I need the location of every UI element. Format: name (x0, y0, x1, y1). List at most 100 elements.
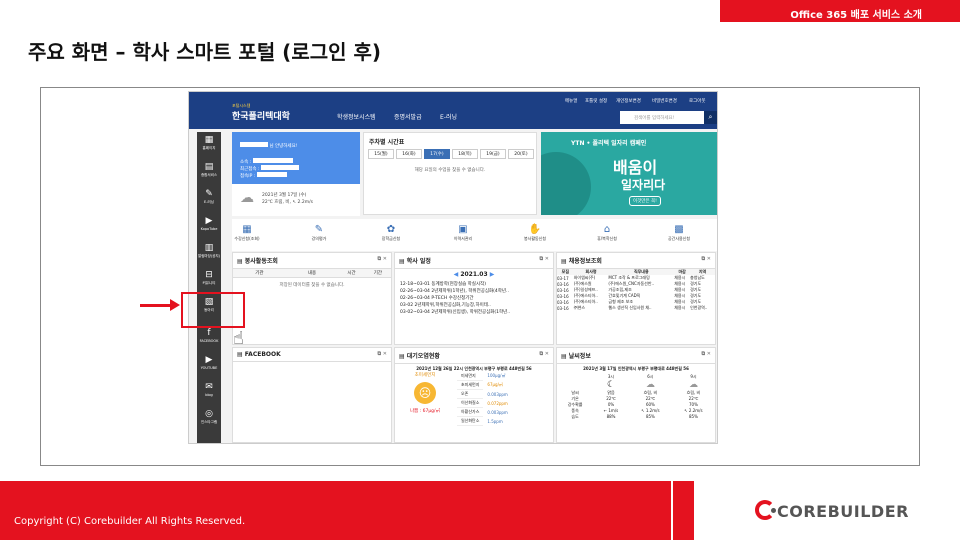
sidebar-item-notice[interactable]: ▥ 알림마당(공지) (197, 243, 221, 259)
service-resume[interactable]: ▣ 이력서관리 (433, 224, 493, 242)
masked-dept (252, 158, 293, 163)
masked-status (260, 165, 299, 170)
course-icon: ▦ (242, 224, 252, 235)
panel-controls-icon[interactable]: ⧉ ✕ (701, 351, 711, 357)
tab-day-18[interactable]: 18(목) (452, 149, 478, 159)
folder-icon: ▤ (237, 258, 245, 265)
sidebar-item-facebook[interactable]: f FACEBOOK (197, 328, 221, 344)
table-row: 초미세먼지 67μg/㎥ (457, 380, 512, 390)
service-lecture-eval[interactable]: ✎ 강의평가 (289, 224, 349, 242)
list-item[interactable]: 02-26~03-04 P-TECH 수강신청기간 (400, 295, 548, 302)
table-row: 일산화탄소 1.5ppm (457, 416, 512, 426)
arrow-head-icon (170, 299, 180, 311)
volunteer-header: ▤ 봉사활동조회 ⧉ ✕ (233, 253, 391, 269)
scholarship-icon: ✿ (386, 224, 396, 235)
schedule-header: ▤ 학사 일정 ⧉ ✕ (395, 253, 553, 269)
util-password[interactable]: 비밀번호변경 (652, 98, 677, 104)
masked-name (240, 142, 268, 147)
air-panel: ▤ 대기오염현황 ⧉ ✕ 2021년 12월 26일 22시 인천광역시 부평구 … (394, 347, 554, 443)
notice-icon: ▥ (204, 243, 214, 253)
sidebar-item-service[interactable]: ▤ 종합서비스 (197, 162, 221, 178)
sidebar-item-community[interactable]: ⊟ 커뮤니티 (197, 270, 221, 286)
eval-icon: ✎ (314, 224, 324, 235)
weather-panel: ▤ 날씨정보 ⧉ ✕ 2021년 3월 17일 인천광역시 부평구 부평대로 44… (556, 347, 716, 443)
service-scholarship[interactable]: ✿ 장학금신청 (361, 224, 421, 242)
search-input[interactable]: 검색어를 입력하세요! (620, 111, 704, 124)
pointer-arrow (140, 304, 172, 307)
sidebar: ▦ 홈페이지 ▤ 종합서비스 ✎ E-러닝 ▶ KopoTube ▥ 알림마당(공지) ⊟… (197, 132, 221, 443)
menu-student-info[interactable]: 학생정보시스템 (337, 112, 376, 121)
sidebar-item-homepage[interactable]: ▦ 홈페이지 (197, 135, 221, 151)
sidebar-item-instagram[interactable]: ◎ 인스타그램 (197, 409, 221, 425)
homepage-icon: ▦ (204, 135, 214, 145)
tab-day-19[interactable]: 19(금) (480, 149, 506, 159)
folder-icon: ▤ (399, 258, 407, 265)
util-manual[interactable]: 메뉴얼 (565, 98, 577, 104)
portal-logo[interactable]: 한국폴리텍대학 (232, 109, 290, 122)
menu-elearning[interactable]: E-러닝 (440, 112, 457, 121)
banner-line2: 배움이 (613, 158, 658, 177)
weather-date-line: 2021년 3월 17일 인천광역시 부평구 부평대로 448번길 56 (583, 366, 689, 371)
tab-day-20[interactable]: 20(토) (508, 149, 534, 159)
panel-controls-icon[interactable]: ⧉ ✕ (701, 256, 711, 262)
banner-deco (541, 152, 591, 215)
panel-controls-icon[interactable]: ⧉ ✕ (377, 351, 387, 357)
panel-controls-icon[interactable]: ⧉ ✕ (539, 256, 549, 262)
tab-day-17[interactable]: 17(수) (424, 149, 450, 159)
util-portlet[interactable]: 포틀릿 설정 (585, 98, 607, 104)
service-volunteer[interactable]: ✋ 봉사활동신청 (505, 224, 565, 242)
weather-header: ▤ 날씨정보 ⧉ ✕ (557, 348, 715, 364)
list-item[interactable]: 03-02 2년제학위,학위전공심화,기능장,하이테.. (400, 302, 548, 309)
logo-accent-bar (673, 481, 694, 540)
logo-text: COREBUILDER (777, 502, 909, 521)
youtube-icon: ▶ (205, 355, 213, 365)
list-item[interactable]: 12-18~03-01 동계방학(현장실습 학실시작) (400, 281, 548, 288)
list-item[interactable]: 03-02~03-04 2년제학위(신입생), 학위전공심화(1학년.. (400, 309, 548, 316)
sidebar-item-elearning[interactable]: ✎ E-러닝 (197, 189, 221, 205)
service-space[interactable]: ▩ 공간사용신청 (649, 224, 709, 242)
sidebar-item-youtube[interactable]: ▶ YOUTUBE (197, 355, 221, 371)
next-month-icon[interactable]: ▶ (490, 271, 495, 278)
user-ip: 접속IP : (240, 172, 287, 179)
jobs-header: ▤ 채용정보조회 ⧉ ✕ (557, 253, 715, 269)
list-item[interactable]: 02-26~03-04 2년제학위(1학년), 학위전공심화(4학년.. (400, 288, 548, 295)
user-status: 최근접속 : (240, 165, 299, 172)
weather-summary: 22℃ 흐림, 비, ↖ 2.2m/s (262, 200, 313, 205)
service-course-reg[interactable]: ▦ 수강신청(조회) (217, 224, 277, 242)
panel-controls-icon[interactable]: ⧉ ✕ (539, 351, 549, 357)
facebook-header: ▤ FACEBOOK ⧉ ✕ (233, 348, 391, 362)
table-row[interactable]: 03-16 ㈜현스 웹스 생산직 신입사원 채.. 채용시 인천광역.. (557, 305, 715, 311)
search-icon[interactable]: ⌕ (704, 111, 717, 124)
prev-month-icon[interactable]: ◀ (454, 271, 459, 278)
util-profile[interactable]: 개인정보변경 (616, 98, 641, 104)
table-row: 아황산가스 0.003ppm (457, 407, 512, 417)
portal-header: 포털시스템 한국폴리텍대학 학생정보시스템 증명서발급 E-러닝 메뉴얼 포틀릿… (189, 92, 717, 129)
volunteer-columns: 기관 내용 시간 기간 (233, 269, 391, 278)
volunteer-empty: 저장된 데이터를 찾을 수 없습니다. (279, 283, 345, 288)
sidebar-item-blog[interactable]: ✉ blog (197, 382, 221, 398)
cloud-rain-icon: ☁ (688, 380, 698, 390)
campaign-banner[interactable]: YTN • 폴리텍 일자리 캠페인 배움이 일자리다 이것만은 꼭! (541, 132, 717, 215)
cloud-rain-icon: ☁ (645, 380, 655, 390)
schedule-panel: ▤ 학사 일정 ⧉ ✕ ◀ 2021.03 ▶ 12-18~03-01 동계방학(… (394, 252, 554, 345)
air-table: 미세먼지 100μg/㎥ 초미세먼지 67μg/㎥ 오존 0.003ppm 이산화질소… (457, 372, 512, 426)
facebook-panel: ▤ FACEBOOK ⧉ ✕ (232, 347, 392, 443)
service-leave[interactable]: ⌂ 휴/복학신청 (577, 224, 637, 242)
weather-table: 3시 6시 9시 ☾ ☁ ☁ 날씨 맑음 흐림, 비 흐림, 비 기온 22℃ 22℃ 22℃ 강수… (557, 374, 715, 420)
tab-day-15[interactable]: 15(월) (368, 149, 394, 159)
weekly-timetable: 주차별 시간표 15(월) 16(화) 17(수) 18(목) 19(금) 20… (363, 132, 537, 215)
corebuilder-logo: COREBUILDER (668, 481, 960, 540)
user-dept: 소속 : (240, 158, 293, 165)
air-status: 나쁨 : 67μg/㎥ (409, 409, 441, 414)
slide-title: 주요 화면 – 학사 스마트 포털 (로그인 후) (28, 40, 382, 64)
schedule-month-nav: ◀ 2021.03 ▶ (453, 271, 495, 278)
copyright-text: Copyright (C) Corebuilder All Rights Res… (14, 516, 246, 527)
tab-day-16[interactable]: 16(화) (396, 149, 422, 159)
panel-controls-icon[interactable]: ⧉ ✕ (377, 256, 387, 262)
menu-certificate[interactable]: 증명서발급 (394, 112, 422, 121)
table-row: 오존 0.003ppm (457, 389, 512, 399)
logo-dot-icon (771, 508, 776, 513)
util-logout[interactable]: 로그아웃 (689, 98, 706, 104)
facebook-icon: f (207, 328, 211, 338)
jobs-panel: ▤ 채용정보조회 ⧉ ✕ 모집 회사명 직무내용 마감 지역 03-17 와이엠씨(주) MC… (556, 252, 716, 345)
